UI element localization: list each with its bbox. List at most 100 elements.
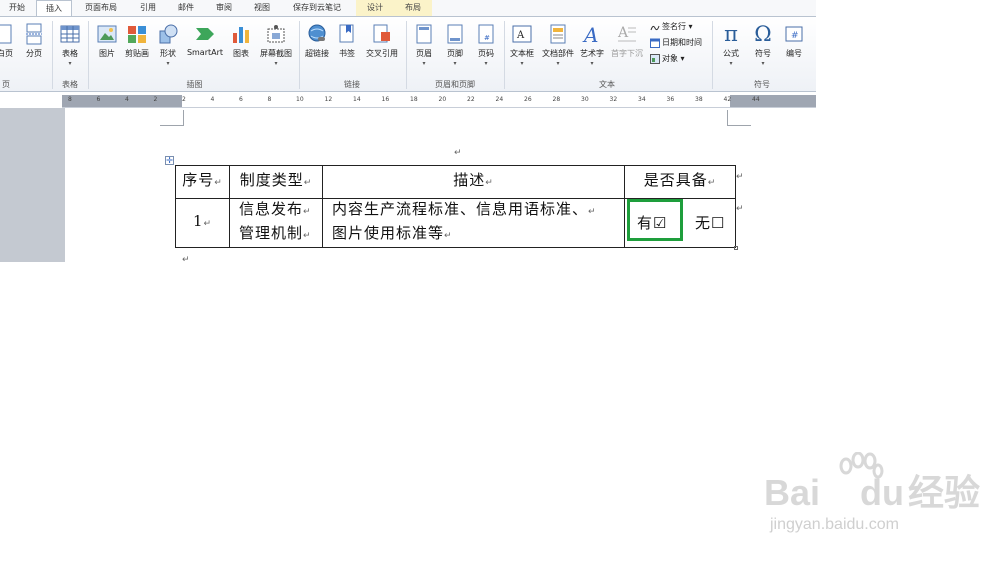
header-button[interactable]: 页眉 ▾ — [410, 21, 438, 83]
smartart-button[interactable]: SmartArt — [185, 21, 225, 83]
tab-design[interactable]: 设计 — [356, 0, 394, 16]
dropdown-arrow-icon: ▾ — [484, 60, 488, 67]
ruler-tick-label: 42 — [723, 96, 732, 103]
equation-button[interactable]: π 公式 ▾ — [716, 21, 746, 83]
header-cell-available[interactable]: 是否具备↵ — [624, 165, 736, 199]
chart-button[interactable]: 图表 — [229, 21, 253, 83]
ruler-tick-label: 6 — [96, 96, 101, 103]
wordart-button[interactable]: A 艺术字 ▾ — [578, 21, 606, 83]
numbering-button[interactable]: # 编号 — [780, 21, 808, 83]
group-symbols-label: 符号 — [754, 80, 770, 89]
ribbon: 白页 分页 页 表格 ▾ 表格 图片 剪贴画 形状 ▾ SmartArt 图表 … — [0, 16, 816, 92]
watermark-brand-du: du — [860, 472, 905, 513]
tab-view[interactable]: 视图 — [246, 0, 278, 16]
svg-text:A: A — [617, 25, 629, 41]
textbox-button[interactable]: A 文本框 ▾ — [507, 21, 537, 83]
horizontal-ruler[interactable]: 8 6 4 2 2 4 6 8 10 12 14 16 18 20 22 24 26 28 30 32 34 36 38 42… — [62, 94, 816, 108]
tab-review[interactable]: 审阅 — [208, 0, 240, 16]
svg-text:A: A — [582, 23, 598, 45]
date-time-button[interactable]: 日期和时间 — [650, 37, 702, 51]
table-move-handle-icon[interactable]: ✛ — [165, 156, 174, 165]
ruler-tick-label: 10 — [296, 96, 304, 103]
symbol-button[interactable]: Ω 符号 ▾ — [748, 21, 778, 83]
blank-page-icon — [0, 24, 12, 44]
table-resize-handle[interactable] — [734, 246, 738, 250]
table-button[interactable]: 表格 ▾ — [56, 21, 84, 83]
chart-icon — [233, 27, 249, 43]
table-header-row: 序号↵ 制度类型↵ 描述↵ 是否具备↵ — [175, 165, 736, 199]
dropdown-arrow-icon: ▾ — [590, 60, 594, 67]
textbox-icon: A — [512, 25, 532, 43]
cross-reference-icon — [373, 24, 390, 43]
screenshot-button[interactable]: 屏幕截图 ▾ — [256, 21, 296, 83]
wordart-icon: A — [582, 23, 598, 45]
tab-references[interactable]: 引用 — [132, 0, 164, 16]
pi-icon: π — [724, 22, 738, 46]
header-cell-no[interactable]: 序号↵ — [175, 165, 230, 199]
quick-parts-button[interactable]: 文档部件 ▾ — [539, 21, 577, 83]
watermark-cn: 经验 — [908, 472, 981, 513]
tab-insert[interactable]: 插入 — [36, 0, 72, 17]
ruler-tick-label: 38 — [695, 96, 703, 103]
cell-description[interactable]: 内容生产流程标准、信息用语标准、↵ 图片使用标准等↵ — [322, 198, 625, 248]
ruler-tick-label: 16 — [381, 96, 390, 103]
tab-layout[interactable]: 布局 — [394, 0, 432, 16]
cross-reference-button[interactable]: 交叉引用 — [362, 21, 402, 83]
dropdown-arrow-icon: ▾ — [729, 60, 733, 67]
ruler-tick-label: 22 — [467, 96, 475, 103]
crop-mark-right — [727, 110, 751, 126]
quick-parts-icon — [550, 24, 566, 44]
shapes-button[interactable]: 形状 ▾ — [155, 21, 181, 83]
ruler-left-margin — [62, 95, 182, 107]
ruler-tick-label: 12 — [324, 96, 333, 103]
ruler-tick-label: 20 — [438, 96, 447, 103]
svg-text:#: # — [484, 34, 490, 42]
picture-icon — [97, 25, 117, 43]
calendar-icon — [650, 38, 660, 48]
group-header-footer-label: 页眉和页脚 — [435, 80, 475, 89]
clipart-button[interactable]: 剪贴画 — [122, 21, 152, 83]
cell-type[interactable]: 信息发布↵ 管理机制↵ — [229, 198, 323, 248]
group-illustrations-label: 插图 — [186, 80, 203, 89]
tab-save-cloud-note[interactable]: 保存到云笔记 — [284, 0, 350, 16]
dropcap-button[interactable]: A 首字下沉 — [608, 21, 646, 83]
footer-icon — [447, 24, 463, 44]
page-break-button[interactable]: 分页 — [22, 21, 46, 83]
signature-line-button[interactable]: 签名行 ▾ — [650, 21, 693, 35]
header-cell-description[interactable]: 描述↵ — [322, 165, 625, 199]
document-gutter — [0, 108, 65, 262]
paragraph-mark: ↵ — [182, 255, 190, 265]
svg-text:A: A — [516, 30, 525, 41]
watermark-url: jingyan.baidu.com — [770, 516, 899, 533]
group-text-label: 文本 — [599, 80, 615, 89]
dropdown-arrow-icon: ▾ — [453, 60, 457, 67]
tab-mailings[interactable]: 邮件 — [170, 0, 202, 16]
hyperlink-button[interactable]: 超链接 — [302, 21, 332, 83]
page-number-button[interactable]: # 页码 ▾ — [472, 21, 500, 83]
ruler-tick-label: 36 — [666, 96, 675, 103]
shapes-icon — [159, 24, 178, 44]
watermark-brand: Bai — [764, 472, 821, 513]
ruler-tick-label: 4 — [210, 96, 215, 103]
table-icon — [60, 25, 80, 43]
group-links-label: 链接 — [344, 80, 360, 89]
tab-home[interactable]: 开始 — [2, 0, 32, 16]
header-cell-type[interactable]: 制度类型↵ — [229, 165, 323, 199]
ruler-tick-label: 30 — [581, 96, 589, 103]
object-button[interactable]: 对象 ▾ — [650, 53, 685, 67]
tab-page-layout[interactable]: 页面布局 — [76, 0, 126, 16]
dropdown-arrow-icon: ▾ — [274, 60, 278, 67]
picture-button[interactable]: 图片 — [93, 21, 121, 83]
green-highlight-box — [627, 199, 683, 241]
ruler-tick-label: 6 — [239, 96, 243, 103]
bookmark-button[interactable]: 书签 — [335, 21, 359, 83]
clipart-icon — [128, 26, 146, 43]
object-icon — [650, 53, 660, 64]
paragraph-mark: ↵ — [454, 148, 462, 158]
header-icon — [416, 24, 432, 44]
smartart-icon — [196, 28, 214, 40]
cell-no[interactable]: 1↵ — [175, 198, 230, 248]
blank-page-button[interactable]: 白页 — [0, 21, 16, 83]
checkbox-no[interactable]: 无☐ — [695, 214, 725, 232]
footer-button[interactable]: 页脚 ▾ — [441, 21, 469, 83]
